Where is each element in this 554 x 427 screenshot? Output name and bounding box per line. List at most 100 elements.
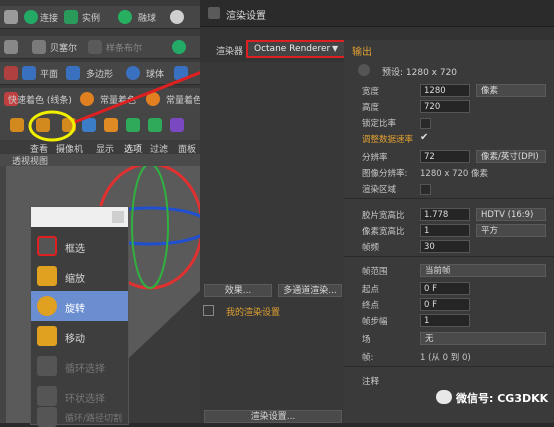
context-item-label: 环状选择: [65, 394, 105, 405]
output-field-field: 场无: [344, 332, 554, 347]
field-input[interactable]: 1280: [420, 84, 470, 97]
check-icon[interactable]: ✔: [420, 132, 428, 143]
output-field-pixel_aspect: 像素宽高比 1 平方: [344, 224, 554, 239]
output-field-height: 高度 720: [344, 100, 554, 115]
preset-label[interactable]: 预设: 1280 x 720: [382, 65, 457, 78]
field-select[interactable]: 当前帧: [420, 264, 546, 277]
checkbox[interactable]: [420, 118, 431, 129]
renderer-select-value: Octane Renderer: [254, 44, 331, 54]
output-field-film_aspect: 胶片宽高比 1.778 HDTV (16:9): [344, 208, 554, 223]
field-input[interactable]: 1.778: [420, 208, 470, 221]
output-field-start: 起点 0 F: [344, 282, 554, 297]
field-label: 图像分辨率:: [362, 169, 408, 179]
context-item-label: 移动: [65, 334, 85, 345]
context-menu-header: [31, 207, 128, 227]
wechat-icon: [436, 390, 452, 404]
window-title: 渲染设置: [226, 11, 266, 22]
field-label: 帧范围: [362, 267, 388, 277]
field-input[interactable]: 1: [420, 224, 470, 237]
multipass-render-button[interactable]: 多通道渲染...: [278, 284, 342, 297]
output-field-step: 帧步幅 1: [344, 314, 554, 329]
close-icon[interactable]: [112, 211, 124, 223]
field-label: 帧步幅: [362, 317, 388, 327]
field-input[interactable]: 0 F: [420, 298, 470, 311]
output-field-notes: 注释: [344, 374, 554, 389]
field-label: 锁定比率: [362, 119, 397, 129]
output-field-image_res: 图像分辨率: 1280 x 720 像素: [344, 166, 554, 181]
context-item-label: 循环选择: [65, 364, 105, 375]
field-readout: 1 (从 0 到 0): [420, 353, 471, 363]
expand-icon[interactable]: [203, 305, 214, 316]
annotation-yellow-circle: [28, 110, 76, 142]
field-select[interactable]: 像素: [476, 84, 546, 97]
field-label: 起点: [362, 285, 380, 295]
field-label: 帧:: [362, 353, 374, 363]
field-label: 高度: [362, 103, 380, 113]
field-input[interactable]: 72: [420, 150, 470, 163]
play-icon[interactable]: [358, 64, 370, 76]
settings-list: [200, 62, 344, 423]
render-settings-button[interactable]: 渲染设置...: [204, 410, 342, 423]
field-label: 宽度: [362, 87, 380, 97]
renderer-label: 渲染器: [216, 47, 244, 57]
output-field-width: 宽度 1280 像素: [344, 84, 554, 99]
context-item-label: 旋转: [65, 304, 85, 315]
field-label: 终点: [362, 301, 380, 311]
box-select-icon: [37, 236, 57, 256]
loop-cut-icon: [37, 407, 57, 427]
window-titlebar: 渲染设置: [200, 0, 554, 27]
field-select[interactable]: HDTV (16:9): [476, 208, 546, 221]
field-label: 帧频: [362, 243, 380, 253]
effects-button[interactable]: 效果...: [204, 284, 272, 297]
field-label: 场: [362, 335, 371, 345]
context-item-rotate[interactable]: 旋转: [31, 291, 128, 321]
field-label: 分辨率: [362, 153, 388, 163]
field-input[interactable]: 30: [420, 240, 470, 253]
context-item-loop-cut[interactable]: 循环/路径切割: [31, 407, 128, 427]
field-label: 渲染区域: [362, 185, 397, 195]
field-select[interactable]: 像素/英寸(DPI): [476, 150, 546, 163]
context-item-scale[interactable]: 缩放: [31, 261, 128, 291]
move-icon: [37, 326, 57, 346]
context-item-loop-select[interactable]: 循环选择: [31, 351, 128, 381]
scale-icon: [37, 266, 57, 286]
field-input[interactable]: 1: [420, 314, 470, 327]
output-field-adjust: 调整数据速率 ✔: [344, 132, 554, 147]
field-input[interactable]: 720: [420, 100, 470, 113]
field-label: 胶片宽高比: [362, 211, 405, 221]
divider: [344, 256, 554, 257]
my-render-setting[interactable]: 我的渲染设置: [226, 305, 280, 318]
output-field-render_region: 渲染区域: [344, 182, 554, 197]
renderer-select[interactable]: Octane Renderer ▼: [246, 40, 346, 58]
chevron-down-icon: ▼: [332, 44, 339, 53]
output-field-end: 终点 0 F: [344, 298, 554, 313]
context-item-label: 循环/路径切割: [65, 414, 123, 424]
context-item-box-select[interactable]: 框选: [31, 231, 128, 261]
divider: [344, 198, 554, 199]
field-input[interactable]: 0 F: [420, 282, 470, 295]
output-field-frames: 帧: 1 (从 0 到 0): [344, 350, 554, 365]
field-readout: 1280 x 720 像素: [420, 169, 488, 179]
field-select[interactable]: 无: [420, 332, 546, 345]
output-field-lock_ratio: 锁定比率: [344, 116, 554, 131]
window-icon: [208, 7, 220, 19]
context-item-move[interactable]: 移动: [31, 321, 128, 351]
output-field-frame_range: 帧范围 当前帧: [344, 264, 554, 279]
rotate-icon: [37, 296, 57, 316]
context-item-label: 框选: [65, 244, 85, 255]
watermark: 微信号: CG3DKK: [436, 388, 550, 408]
context-item-label: 缩放: [65, 274, 85, 285]
divider: [344, 366, 554, 367]
watermark-text: 微信号: CG3DKK: [456, 392, 549, 405]
ring-select-icon: [37, 386, 57, 406]
field-select[interactable]: 平方: [476, 224, 546, 237]
context-menu: 框选 缩放 旋转 移动 循环选择 环状选择 循环/路径切割: [30, 206, 129, 427]
checkbox[interactable]: [420, 184, 431, 195]
output-field-fps: 帧频 30: [344, 240, 554, 255]
field-label: 调整数据速率: [362, 135, 414, 145]
output-field-resolution: 分辨率 72 像素/英寸(DPI): [344, 150, 554, 165]
window-grip: [200, 27, 554, 40]
field-label: 注释: [362, 377, 380, 387]
loop-select-icon: [37, 356, 57, 376]
field-label: 像素宽高比: [362, 227, 405, 237]
